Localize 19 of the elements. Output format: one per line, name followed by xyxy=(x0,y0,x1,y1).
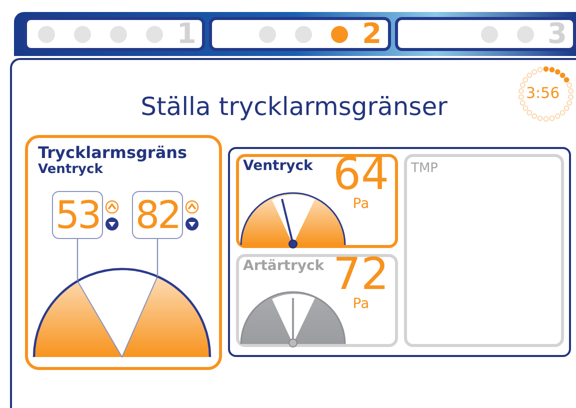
pressure-card[interactable]: Ventryck 64 Pa xyxy=(236,154,398,248)
limit-value-field[interactable]: 82 xyxy=(132,191,183,239)
page-title: Ställa trycklarmsgränser xyxy=(140,91,448,121)
down-arrow-button[interactable] xyxy=(105,216,119,230)
down-arrow-button[interactable] xyxy=(185,216,199,230)
pressure-label: Artärtryck xyxy=(243,258,324,274)
pressure-label: Ventryck xyxy=(243,158,313,174)
card-title: Trycklarmsgräns xyxy=(38,143,188,162)
pressure-value: 72 xyxy=(333,253,389,297)
card-subtitle: Ventryck xyxy=(38,162,104,177)
limit-value-field[interactable]: 53 xyxy=(52,191,103,239)
countdown-timer: 3:56 xyxy=(526,84,560,102)
pressure-value: 64 xyxy=(333,153,389,197)
tmp-label: TMP xyxy=(411,161,438,176)
pressure-unit: Pa xyxy=(352,297,370,311)
pressure-card[interactable]: Artärtryck 72 Pa xyxy=(236,254,398,347)
pressure-unit: Pa xyxy=(352,197,370,211)
tmp-card[interactable]: TMP xyxy=(404,154,564,347)
step-indicator[interactable]: 2 xyxy=(209,17,391,51)
